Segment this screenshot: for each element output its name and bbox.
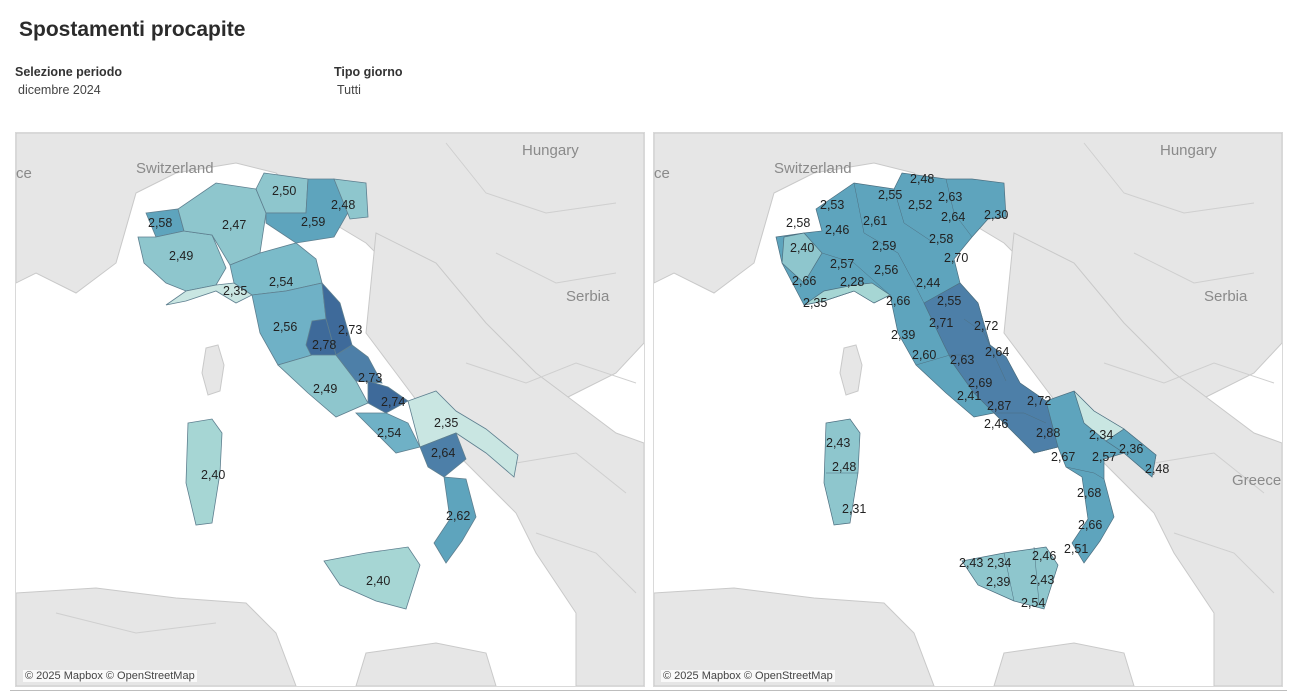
province-label: 2,41 bbox=[957, 389, 981, 403]
province-label: 2,55 bbox=[937, 294, 961, 308]
province-label: 2,46 bbox=[1032, 549, 1056, 563]
province-label: 2,48 bbox=[910, 172, 934, 186]
province-label: 2,68 bbox=[1077, 486, 1101, 500]
region-label: 2,62 bbox=[446, 509, 470, 523]
region-label: 2,56 bbox=[273, 320, 297, 334]
country-label: Switzerland bbox=[136, 160, 214, 177]
province-label: 2,66 bbox=[886, 294, 910, 308]
map-regions[interactable]: ce Switzerland Hungary Serbia 2,58 2,47 … bbox=[15, 132, 645, 687]
region-label: 2,64 bbox=[431, 446, 455, 460]
country-label: Hungary bbox=[1160, 142, 1217, 159]
province-label: 2,67 bbox=[1051, 450, 1075, 464]
land-africa-east bbox=[355, 642, 497, 686]
province-label: 2,58 bbox=[929, 232, 953, 246]
province-label: 2,60 bbox=[912, 348, 936, 362]
province-label: 2,52 bbox=[908, 198, 932, 212]
region-label: 2,40 bbox=[366, 574, 390, 588]
province-label: 2,57 bbox=[830, 257, 854, 271]
province-label: 2,43 bbox=[826, 436, 850, 450]
country-label: Switzerland bbox=[774, 160, 852, 177]
region-label: 2,47 bbox=[222, 218, 246, 232]
province-label: 2,87 bbox=[987, 399, 1011, 413]
province-label: 2,35 bbox=[803, 296, 827, 310]
land-africa-east bbox=[993, 642, 1135, 686]
region-label: 2,49 bbox=[169, 249, 193, 263]
province-label: 2,72 bbox=[974, 319, 998, 333]
region-label: 2,49 bbox=[313, 382, 337, 396]
province-label: 2,55 bbox=[878, 188, 902, 202]
province-label: 2,39 bbox=[891, 328, 915, 342]
province-label: 2,63 bbox=[938, 190, 962, 204]
province-label: 2,54 bbox=[1021, 596, 1045, 610]
province-label: 2,31 bbox=[842, 502, 866, 516]
province-label: 2,66 bbox=[1078, 518, 1102, 532]
province-label: 2,69 bbox=[968, 376, 992, 390]
region-label: 2,50 bbox=[272, 184, 296, 198]
province-label: 2,44 bbox=[916, 276, 940, 290]
province-label: 2,48 bbox=[1145, 462, 1169, 476]
country-label: ce bbox=[16, 165, 32, 182]
province-label: 2,34 bbox=[987, 556, 1011, 570]
region-label: 2,74 bbox=[381, 395, 405, 409]
map-attribution[interactable]: © 2025 Mapbox © OpenStreetMap bbox=[661, 670, 835, 682]
province-label: 2,39 bbox=[986, 575, 1010, 589]
map-attribution[interactable]: © 2025 Mapbox © OpenStreetMap bbox=[23, 670, 197, 682]
province-label: 2,66 bbox=[792, 274, 816, 288]
region-label: 2,59 bbox=[301, 215, 325, 229]
province-label: 2,51 bbox=[1064, 542, 1088, 556]
province-label: 2,63 bbox=[950, 353, 974, 367]
province-label: 2,40 bbox=[790, 241, 814, 255]
province-label: 2,36 bbox=[1119, 442, 1143, 456]
province-label: 2,88 bbox=[1036, 426, 1060, 440]
country-label: Serbia bbox=[1204, 288, 1248, 305]
country-label: Hungary bbox=[522, 142, 579, 159]
province-label: 2,56 bbox=[874, 263, 898, 277]
province-label: 2,46 bbox=[984, 417, 1008, 431]
province-label: 2,43 bbox=[959, 556, 983, 570]
province-label: 2,61 bbox=[863, 214, 887, 228]
province-label: 2,28 bbox=[840, 275, 864, 289]
region-label: 2,35 bbox=[434, 416, 458, 430]
province-label: 2,64 bbox=[985, 345, 1009, 359]
filter-period-value[interactable]: dicembre 2024 bbox=[15, 83, 122, 97]
region-label: 2,78 bbox=[312, 338, 336, 352]
region-label: 2,35 bbox=[223, 284, 247, 298]
province-label: 2,46 bbox=[825, 223, 849, 237]
page-title: Spostamenti procapite bbox=[19, 18, 246, 41]
map-provinces[interactable]: ce Switzerland Hungary Serbia Greece 2,4… bbox=[653, 132, 1283, 687]
region-label: 2,40 bbox=[201, 468, 225, 482]
province-label: 2,30 bbox=[984, 208, 1008, 222]
province-label: 2,48 bbox=[832, 460, 856, 474]
filter-day-type-value[interactable]: Tutti bbox=[334, 83, 403, 97]
region-label: 2,48 bbox=[331, 198, 355, 212]
province-label: 2,59 bbox=[872, 239, 896, 253]
bottom-divider bbox=[10, 690, 1287, 691]
province-label: 2,34 bbox=[1089, 428, 1113, 442]
province-label: 2,57 bbox=[1092, 450, 1116, 464]
province-label: 2,43 bbox=[1030, 573, 1054, 587]
region-label: 2,54 bbox=[377, 426, 401, 440]
region-label: 2,58 bbox=[148, 216, 172, 230]
filter-day-type-label: Tipo giorno bbox=[334, 65, 403, 79]
country-label: Serbia bbox=[566, 288, 610, 305]
province-label: 2,58 bbox=[786, 216, 810, 230]
province-label: 2,53 bbox=[820, 198, 844, 212]
province-label: 2,72 bbox=[1027, 394, 1051, 408]
map-provinces-canvas[interactable]: ce Switzerland Hungary Serbia Greece 2,4… bbox=[654, 133, 1282, 686]
country-label: Greece bbox=[1232, 472, 1281, 489]
filter-day-type[interactable]: Tipo giorno Tutti bbox=[334, 65, 403, 97]
region-label: 2,73 bbox=[358, 371, 382, 385]
map-regions-canvas[interactable]: ce Switzerland Hungary Serbia 2,58 2,47 … bbox=[16, 133, 644, 686]
filter-period-label: Selezione periodo bbox=[15, 65, 122, 79]
region-label: 2,54 bbox=[269, 275, 293, 289]
country-label: ce bbox=[654, 165, 670, 182]
province-label: 2,71 bbox=[929, 316, 953, 330]
filter-period[interactable]: Selezione periodo dicembre 2024 bbox=[15, 65, 122, 97]
land-corsica bbox=[839, 344, 863, 396]
land-corsica bbox=[201, 344, 225, 396]
province-label: 2,64 bbox=[941, 210, 965, 224]
province-label: 2,70 bbox=[944, 251, 968, 265]
region-label: 2,73 bbox=[338, 323, 362, 337]
